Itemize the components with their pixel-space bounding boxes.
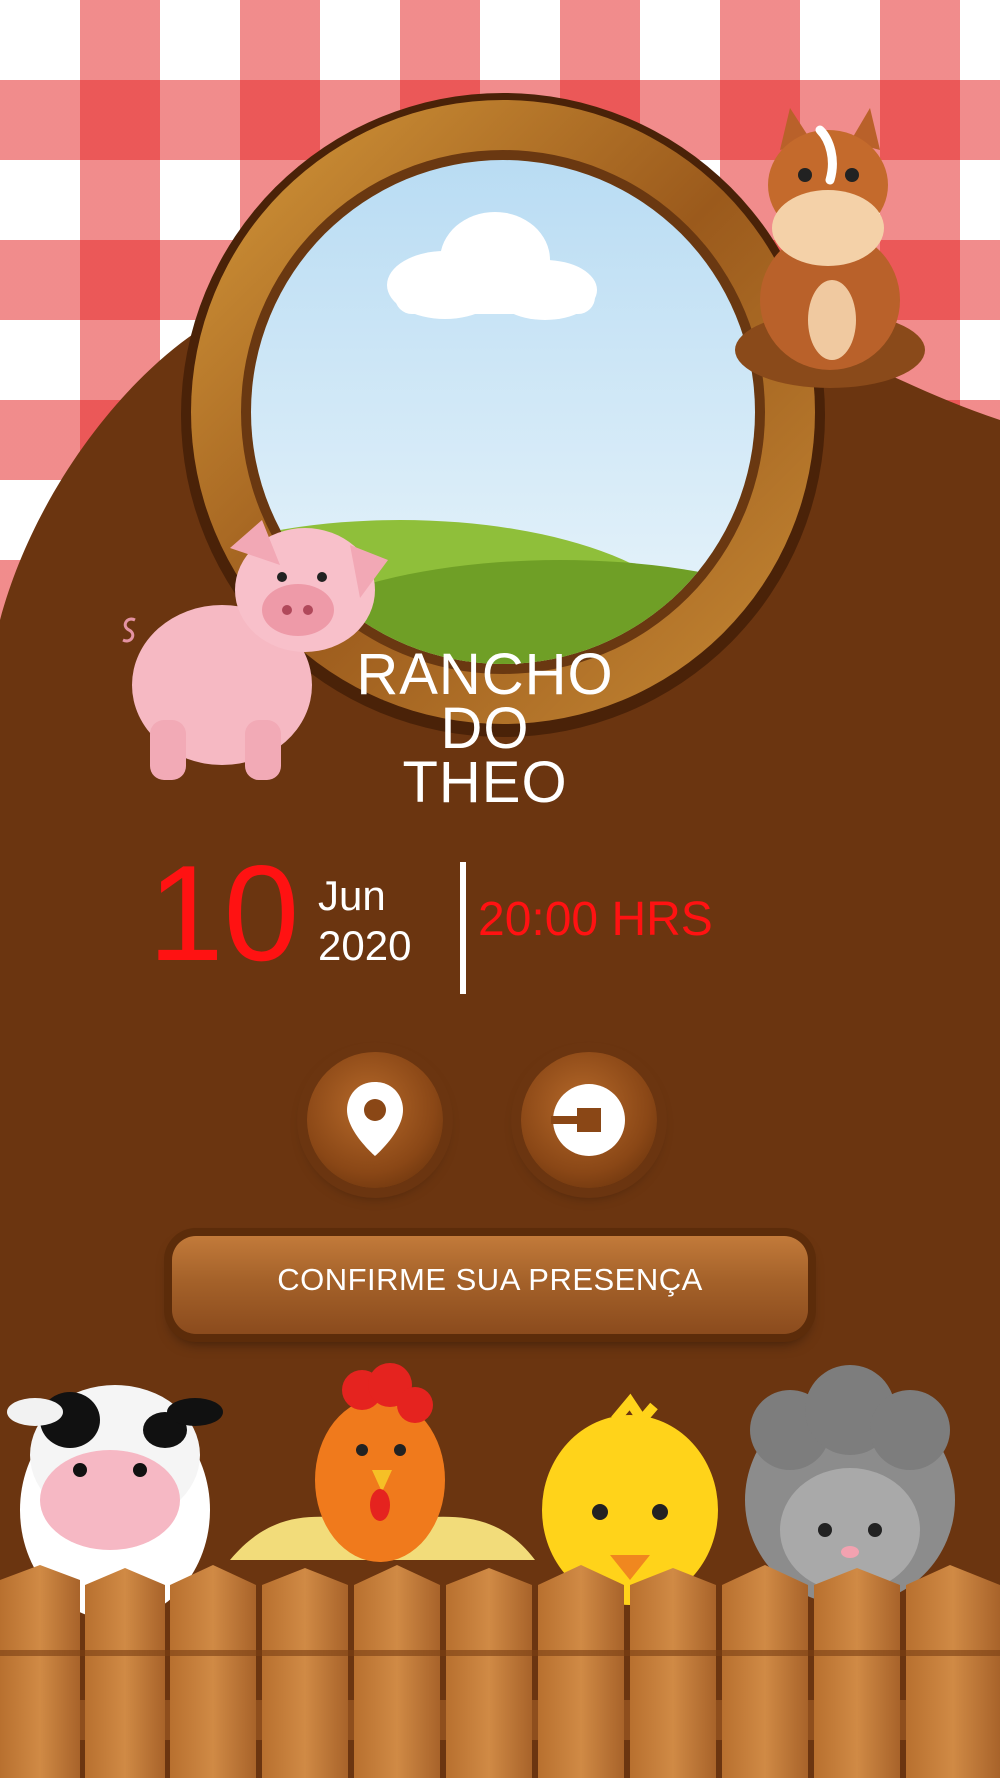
- title-line: THEO: [402, 750, 568, 815]
- location-button[interactable]: [307, 1052, 443, 1188]
- event-time: 20:00 HRS: [478, 893, 713, 946]
- confirm-presence-label: CONFIRME SUA PRESENÇA: [277, 1262, 703, 1297]
- uber-icon: [551, 1084, 625, 1156]
- event-day: 10: [148, 837, 300, 989]
- event-year: 2020: [318, 922, 412, 969]
- wooden-fence: [0, 1565, 1000, 1778]
- event-title: RANCHO DO THEO: [290, 642, 680, 815]
- transport-button[interactable]: [521, 1052, 657, 1188]
- sheep-illustration: [745, 1365, 955, 1605]
- event-month: Jun: [318, 872, 386, 919]
- map-pin-icon: [347, 1082, 403, 1156]
- title-line: RANCHO: [356, 642, 614, 707]
- date-time-divider: [460, 862, 466, 994]
- invitation-canvas: RANCHO DO THEO 10 Jun 2020 20:00 HRS CON…: [0, 0, 1000, 1778]
- title-line: DO: [440, 696, 530, 761]
- confirm-presence-button[interactable]: CONFIRME SUA PRESENÇA: [172, 1236, 808, 1334]
